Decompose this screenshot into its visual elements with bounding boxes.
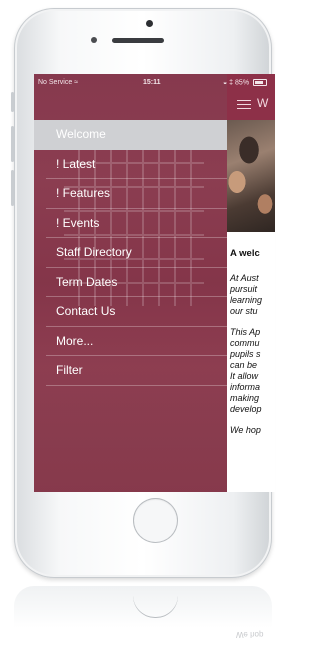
carrier-label: No Service <box>38 79 73 86</box>
side-menu: Welcome ! Latest ! Features ! Events Sta… <box>34 74 227 492</box>
welcome-text: A welc At Aust pursuit learning our stu … <box>230 248 275 446</box>
menu-item-term-dates[interactable]: Term Dates <box>34 268 227 298</box>
battery-percent: 85% <box>235 79 250 87</box>
volume-down-button <box>11 170 14 206</box>
status-time: 15:11 <box>143 79 161 86</box>
wifi-icon: ≈ <box>74 79 79 86</box>
main-content[interactable]: W A welc At Aust pursuit learning our st… <box>227 74 275 492</box>
phone-reflection <box>14 586 272 646</box>
menu-item-latest[interactable]: ! Latest <box>34 150 227 180</box>
home-button[interactable] <box>133 498 178 543</box>
earpiece-speaker <box>112 38 164 43</box>
hamburger-menu-icon[interactable] <box>237 100 251 110</box>
menu-item-events[interactable]: ! Events <box>34 209 227 239</box>
front-camera-icon <box>146 20 153 27</box>
status-bar: No Service ≈ 15:11 ◒ ‡ 85% <box>34 74 275 94</box>
menu-item-staff-directory[interactable]: Staff Directory <box>34 238 227 268</box>
battery-icon <box>253 79 267 86</box>
menu-item-welcome[interactable]: Welcome <box>34 120 227 150</box>
menu-list: Welcome ! Latest ! Features ! Events Sta… <box>34 120 227 386</box>
menu-item-features[interactable]: ! Features <box>34 179 227 209</box>
paragraph-3: We hop <box>230 425 261 435</box>
status-right: ◒ ‡ 85% <box>223 79 267 86</box>
lock-rotation-icon: ◒ <box>222 79 228 87</box>
hero-photo <box>227 120 275 232</box>
menu-item-contact-us[interactable]: Contact Us <box>34 297 227 327</box>
paragraph-2: This Ap commu pupils s can be It allow i… <box>230 327 262 414</box>
menu-item-more[interactable]: More... <box>34 327 227 357</box>
page-title: W <box>257 96 269 110</box>
app-screen: No Service ≈ 15:11 ◒ ‡ 85% W A welc At A… <box>34 74 275 492</box>
mute-switch <box>11 92 14 112</box>
sensor-icon <box>91 37 97 43</box>
reflection-text: We hop <box>236 630 264 639</box>
paragraph-1: At Aust pursuit learning our stu <box>230 273 263 316</box>
carrier-status: No Service ≈ <box>38 79 78 86</box>
welcome-heading: A welc <box>230 248 260 259</box>
volume-up-button <box>11 126 14 162</box>
menu-item-filter[interactable]: Filter <box>34 356 227 386</box>
bluetooth-icon: ‡ <box>229 79 234 87</box>
